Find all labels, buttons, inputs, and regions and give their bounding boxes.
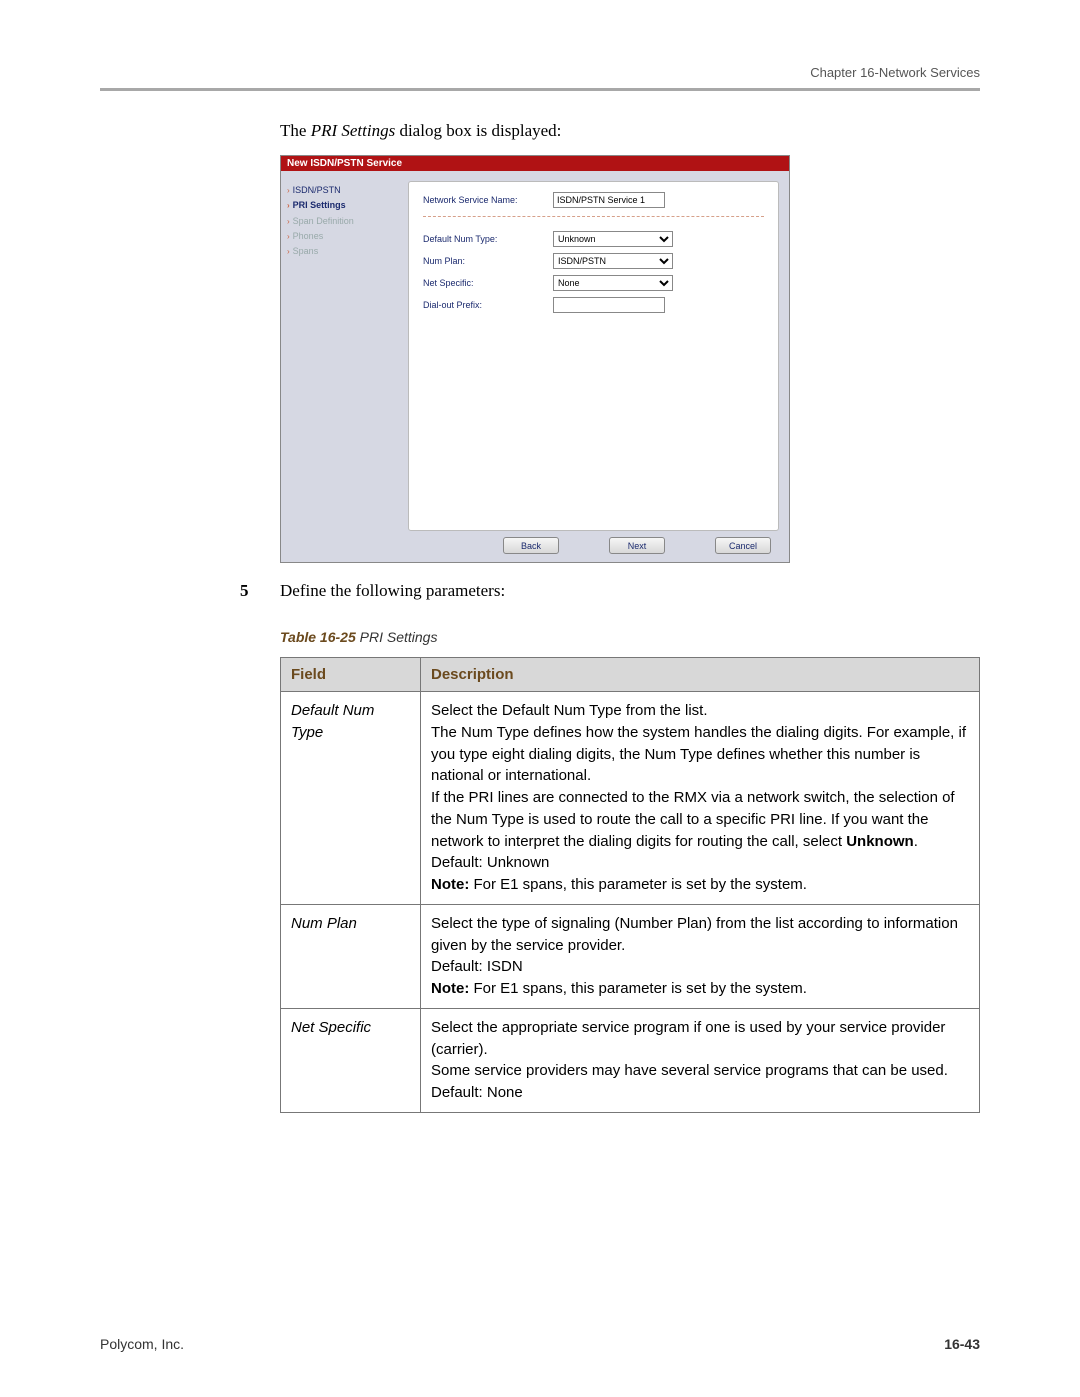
dialog-footer: Back Next Cancel — [281, 531, 789, 562]
sidebar-item-pri[interactable]: ›PRI Settings — [287, 198, 402, 213]
intro-pre: The — [280, 121, 311, 140]
table-row: Default Num TypeSelect the Default Num T… — [281, 692, 980, 905]
sidebar-item-label: Span Definition — [293, 216, 354, 226]
footer-left: Polycom, Inc. — [100, 1336, 184, 1352]
cell-field: Net Specific — [281, 1008, 421, 1112]
form-row-num-plan: Num Plan: ISDN/PSTN — [423, 253, 764, 269]
pri-settings-dialog: New ISDN/PSTN Service ›ISDN/PSTN ›PRI Se… — [280, 155, 790, 563]
bullet-icon: › — [287, 247, 290, 256]
cell-field: Num Plan — [281, 904, 421, 1008]
bullet-icon: › — [287, 232, 290, 241]
dialog-main: Network Service Name: Default Num Type: … — [408, 181, 779, 531]
th-field: Field — [281, 658, 421, 692]
intro-post: dialog box is displayed: — [395, 121, 561, 140]
sidebar-item-label: ISDN/PSTN — [293, 185, 341, 195]
label-dial-out-prefix: Dial-out Prefix: — [423, 300, 553, 310]
bullet-icon: › — [287, 186, 290, 195]
sidebar-item-isdn[interactable]: ›ISDN/PSTN — [287, 183, 402, 198]
footer-page-number: 16-43 — [944, 1336, 980, 1352]
table-caption: Table 16-25 PRI Settings — [280, 629, 980, 645]
table-row: Net SpecificSelect the appropriate servi… — [281, 1008, 980, 1112]
cell-description: Select the appropriate service program i… — [421, 1008, 980, 1112]
chapter-header: Chapter 16-Network Services — [100, 65, 980, 80]
select-default-num-type[interactable]: Unknown — [553, 231, 673, 247]
step-5: 5 Define the following parameters: — [240, 581, 980, 601]
bullet-icon: › — [287, 201, 290, 210]
dialog-title: New ISDN/PSTN Service — [281, 156, 789, 171]
step-text: Define the following parameters: — [280, 581, 505, 601]
sidebar-item-label: PRI Settings — [293, 200, 346, 210]
form-row-service-name: Network Service Name: — [423, 192, 764, 208]
th-description: Description — [421, 658, 980, 692]
form-separator — [423, 216, 764, 217]
form-row-net-specific: Net Specific: None — [423, 275, 764, 291]
sidebar-item-span: ›Span Definition — [287, 214, 402, 229]
select-net-specific[interactable]: None — [553, 275, 673, 291]
select-num-plan[interactable]: ISDN/PSTN — [553, 253, 673, 269]
cancel-button[interactable]: Cancel — [715, 537, 771, 554]
cell-description: Select the type of signaling (Number Pla… — [421, 904, 980, 1008]
label-net-specific: Net Specific: — [423, 278, 553, 288]
header-rule — [100, 88, 980, 91]
step-number: 5 — [240, 581, 280, 601]
label-num-plan: Num Plan: — [423, 256, 553, 266]
intro-text: The PRI Settings dialog box is displayed… — [280, 121, 980, 141]
intro-italic: PRI Settings — [311, 121, 396, 140]
cell-description: Select the Default Num Type from the lis… — [421, 692, 980, 905]
cell-field: Default Num Type — [281, 692, 421, 905]
back-button[interactable]: Back — [503, 537, 559, 554]
dialog-sidebar: ›ISDN/PSTN ›PRI Settings ›Span Definitio… — [287, 181, 402, 531]
form-row-default-num-type: Default Num Type: Unknown — [423, 231, 764, 247]
table-caption-rest: PRI Settings — [356, 629, 438, 645]
bullet-icon: › — [287, 217, 290, 226]
sidebar-item-label: Spans — [293, 246, 319, 256]
table-caption-bold: Table 16-25 — [280, 629, 356, 645]
next-button[interactable]: Next — [609, 537, 665, 554]
label-service-name: Network Service Name: — [423, 195, 553, 205]
label-default-num-type: Default Num Type: — [423, 234, 553, 244]
input-dial-out-prefix[interactable] — [553, 297, 665, 313]
sidebar-item-label: Phones — [293, 231, 324, 241]
sidebar-item-spans: ›Spans — [287, 244, 402, 259]
form-row-dial-out-prefix: Dial-out Prefix: — [423, 297, 764, 313]
input-service-name[interactable] — [553, 192, 665, 208]
sidebar-item-phones: ›Phones — [287, 229, 402, 244]
page-footer: Polycom, Inc. 16-43 — [100, 1336, 980, 1352]
pri-settings-table: Field Description Default Num TypeSelect… — [280, 657, 980, 1113]
table-row: Num PlanSelect the type of signaling (Nu… — [281, 904, 980, 1008]
